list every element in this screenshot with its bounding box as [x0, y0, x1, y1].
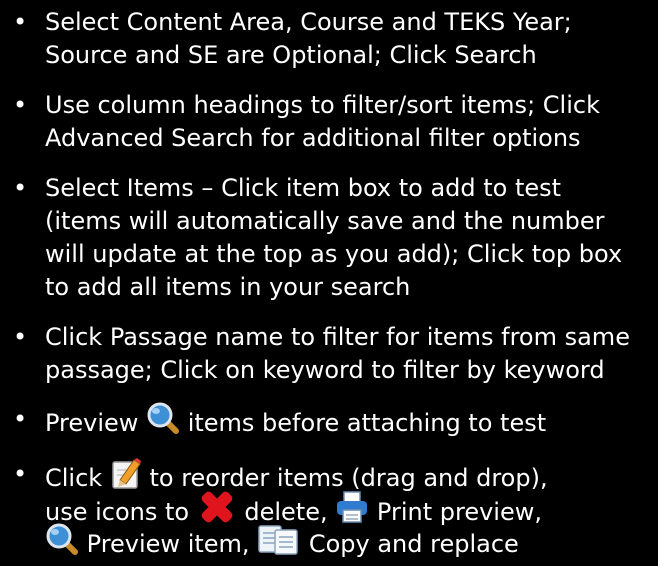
preview-suffix: items before attaching to test — [187, 409, 547, 437]
bullet-text: Click Passage name to filter for items f… — [45, 321, 658, 387]
text-line: passage; Click on keyword to filter by k… — [45, 356, 605, 384]
click-prefix: Click — [45, 464, 103, 492]
magnifier-icon — [45, 522, 79, 564]
magnifier-icon — [146, 401, 180, 443]
text-line: Select Items – Click item box to add to … — [45, 174, 562, 202]
bullet-dot: • — [13, 323, 28, 351]
bullet-text: Click to reorder items (drag and drop), … — [45, 458, 658, 558]
bullet-dot: • — [13, 405, 28, 433]
instruction-list: • Select Content Area, Course and TEKS Y… — [0, 0, 658, 565]
text-line: to add all items in your search — [45, 273, 411, 301]
bullet-dot: • — [13, 8, 28, 36]
text-line: (items will automatically save and the n… — [45, 207, 605, 235]
print-icon — [335, 490, 369, 532]
click-suffix: to reorder items (drag and drop), — [149, 464, 548, 492]
text-line: Click Passage name to filter for items f… — [45, 323, 630, 351]
preview-item-label: Preview item, — [86, 530, 250, 558]
text-line: Preview items before attaching to test — [45, 402, 658, 437]
bullet-text: Use column headings to filter/sort items… — [45, 89, 658, 155]
bullet-dot: • — [13, 174, 28, 202]
text-line: will update at the top as you add); Clic… — [45, 240, 623, 268]
preview-prefix: Preview — [45, 409, 139, 437]
bullet-dot: • — [13, 91, 28, 119]
bullet-dot: • — [13, 460, 28, 488]
text-line: Click to reorder items (drag and drop), — [45, 458, 658, 492]
bullet-text: Select Content Area, Course and TEKS Yea… — [45, 6, 658, 72]
copy-label: Copy and replace — [308, 530, 519, 558]
bullet-text: Select Items – Click item box to add to … — [45, 172, 658, 304]
copy-icon — [257, 522, 301, 564]
delete-icon — [197, 489, 237, 533]
edit-icon — [110, 456, 142, 498]
text-line: Select Content Area, Course and TEKS Yea… — [45, 8, 572, 36]
bullet-text: Preview items before attaching to test — [45, 402, 658, 437]
text-line: Advanced Search for additional filter op… — [45, 124, 581, 152]
text-line: Source and SE are Optional; Click Search — [45, 41, 537, 69]
print-label: Print preview, — [376, 498, 542, 526]
text-line: Use column headings to filter/sort items… — [45, 91, 600, 119]
